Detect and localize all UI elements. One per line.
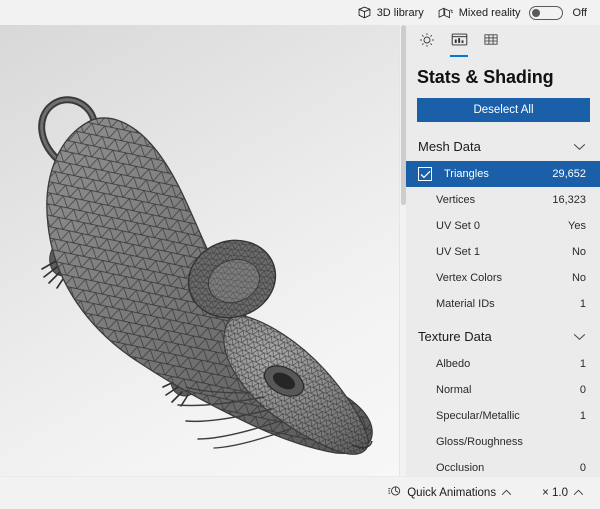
row-value: 16,323 xyxy=(552,194,586,206)
section-title-mesh-data: Mesh Data xyxy=(418,139,481,154)
table-row[interactable]: Gloss/Roughness xyxy=(406,429,600,455)
mixed-reality-label: Mixed reality xyxy=(458,6,521,19)
table-row[interactable]: Vertices 16,323 xyxy=(406,187,600,213)
row-checkbox[interactable] xyxy=(418,167,444,181)
toggle-knob xyxy=(531,8,540,17)
row-value: No xyxy=(571,246,586,258)
checkbox-checked-icon xyxy=(418,167,432,181)
table-row[interactable]: UV Set 1 No xyxy=(406,239,600,265)
grid-icon xyxy=(483,32,499,52)
3d-model-viewport[interactable] xyxy=(0,25,399,476)
table-row[interactable]: UV Set 0 Yes xyxy=(406,213,600,239)
row-value: Yes xyxy=(568,220,586,232)
row-value: 1 xyxy=(579,298,586,310)
tab-active-indicator xyxy=(450,55,468,57)
panel-scrollbar[interactable] xyxy=(399,25,406,476)
table-row[interactable]: Specular/Metallic 1 xyxy=(406,403,600,429)
table-row[interactable]: Triangles 29,652 xyxy=(406,161,600,187)
section-header-mesh-data[interactable]: Mesh Data xyxy=(406,132,600,161)
bottom-status-bar: Quick Animations × 1.0 xyxy=(0,476,600,508)
animation-icon xyxy=(387,484,402,501)
row-label: Vertices xyxy=(436,194,476,206)
deselect-all-button[interactable]: Deselect All xyxy=(417,98,590,122)
section-header-texture-data[interactable]: Texture Data xyxy=(406,317,600,351)
row-label: UV Set 0 xyxy=(436,220,481,232)
row-label: Specular/Metallic xyxy=(436,410,520,422)
quick-animations-label: Quick Animations xyxy=(407,486,497,499)
row-value: 1 xyxy=(579,358,586,370)
tab-grid[interactable] xyxy=(476,28,506,56)
row-value: 29,652 xyxy=(552,168,586,180)
row-label: Material IDs xyxy=(436,298,495,310)
tab-stats-shading[interactable] xyxy=(444,28,474,57)
row-label: UV Set 1 xyxy=(436,246,481,258)
row-label: Occlusion xyxy=(436,462,485,474)
chevron-down-icon[interactable] xyxy=(573,143,586,151)
3d-library-button[interactable]: 3D library xyxy=(350,0,431,25)
mixed-reality-icon xyxy=(438,6,454,20)
table-row[interactable]: Occlusion 0 xyxy=(406,455,600,476)
mixed-reality-toggle-state: Off xyxy=(572,6,587,19)
table-row[interactable]: Material IDs 1 xyxy=(406,291,600,317)
chevron-down-icon[interactable] xyxy=(573,333,586,341)
chevron-up-icon[interactable] xyxy=(573,489,584,496)
mixed-reality-toggle[interactable] xyxy=(528,5,563,20)
row-label: Albedo xyxy=(436,358,471,370)
tab-lighting[interactable] xyxy=(412,28,442,56)
animation-speed-button[interactable]: × 1.0 xyxy=(534,477,592,509)
row-label: Triangles xyxy=(444,168,489,180)
table-row[interactable]: Normal 0 xyxy=(406,377,600,403)
properties-panel: Stats & Shading Deselect All Mesh Data T… xyxy=(406,25,600,476)
stats-icon xyxy=(451,32,468,52)
row-label: Vertex Colors xyxy=(436,272,503,284)
row-value: 0 xyxy=(579,384,586,396)
wireframe-rodent-model xyxy=(38,96,373,455)
table-row[interactable]: Albedo 1 xyxy=(406,351,600,377)
quick-animations-button[interactable]: Quick Animations xyxy=(379,477,520,509)
chevron-up-icon[interactable] xyxy=(501,489,512,496)
table-row[interactable]: Vertex Colors No xyxy=(406,265,600,291)
3d-library-label: 3D library xyxy=(376,6,424,19)
row-label: Normal xyxy=(436,384,472,396)
page-title: Stats & Shading xyxy=(417,67,554,87)
animation-speed-label: × 1.0 xyxy=(542,486,568,499)
row-label: Gloss/Roughness xyxy=(436,436,523,448)
mixed-reality-button[interactable]: Mixed reality Off xyxy=(431,0,594,25)
panel-tab-bar xyxy=(406,25,600,59)
section-title-texture-data: Texture Data xyxy=(418,329,492,344)
top-command-bar: 3D library Mixed reality Off xyxy=(0,0,600,25)
row-value: 0 xyxy=(579,462,586,474)
cube-icon xyxy=(357,5,372,20)
row-value: 1 xyxy=(579,410,586,422)
row-value: No xyxy=(571,272,586,284)
sun-icon xyxy=(419,32,435,53)
app-root: 3D library Mixed reality Off Stats & Sha… xyxy=(0,0,600,508)
